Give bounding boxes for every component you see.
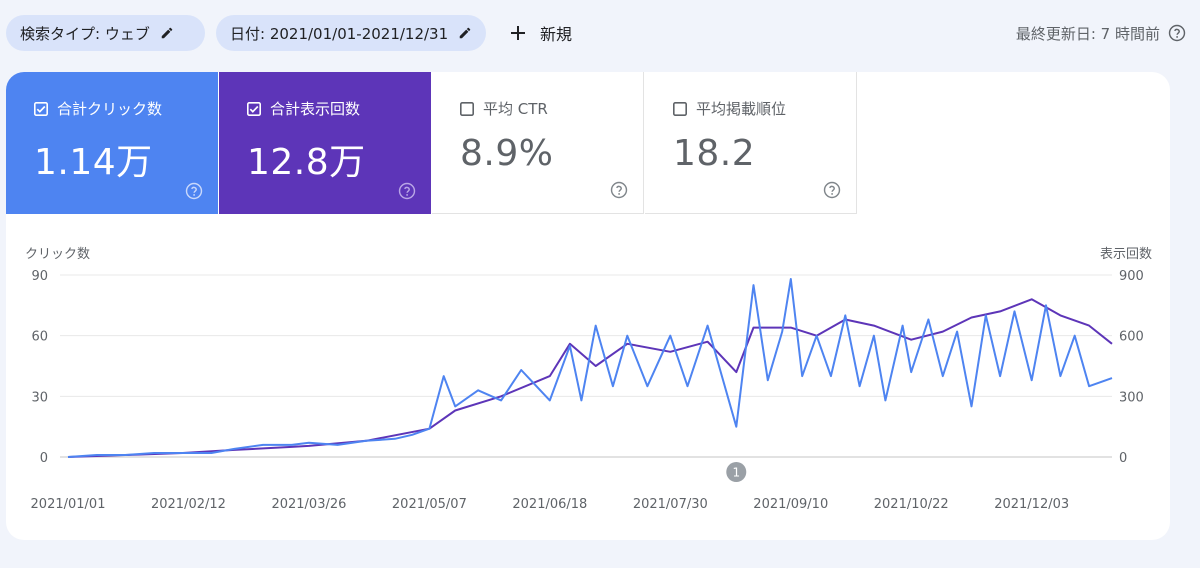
x-tick-label: 2021/10/22 [874,497,949,512]
help-icon[interactable] [610,181,628,199]
help-icon[interactable] [823,181,841,199]
checkbox-unchecked-icon[interactable] [460,101,474,116]
series-line-clicks [67,278,1113,458]
search-type-filter[interactable]: 検索タイプ: ウェブ [6,15,205,51]
metric-average-position[interactable]: 平均掲載順位 18.2 [645,72,857,214]
last-updated-text: 最終更新日: 7 時間前 [1015,24,1160,43]
y-tick-label-right: 300 [1119,390,1144,405]
performance-card: 合計クリック数 1.14万 合計表示回数 12.8万 平均 CTR 8.9% 平… [6,72,1170,540]
x-tick-label: 2021/03/26 [271,497,346,512]
x-tick-label: 2021/05/07 [392,497,467,512]
new-filter-button[interactable]: 新規 [510,15,572,51]
help-icon[interactable] [398,182,416,200]
annotation-label: 1 [732,466,740,480]
date-range-filter[interactable]: 日付: 2021/01/01-2021/12/31 [216,15,486,51]
metric-value: 18.2 [673,133,756,174]
y-tick-label-right: 900 [1119,269,1144,284]
plus-icon [510,25,526,41]
search-type-label: 検索タイプ: ウェブ [20,24,150,43]
last-updated: 最終更新日: 7 時間前 [1016,15,1186,51]
help-icon[interactable] [1168,24,1186,42]
checkbox-checked-icon[interactable] [34,101,48,116]
pencil-icon [160,26,174,40]
x-tick-label: 2021/02/12 [151,497,226,512]
performance-chart[interactable]: クリック数 表示回数 0 30 60 90 0 300 600 900 2021/01/01… [6,214,1170,540]
series-line-impressions [67,298,1113,458]
metric-total-clicks[interactable]: 合計クリック数 1.14万 [6,72,218,214]
left-axis-label: クリック数 [25,247,90,262]
metric-label: 平均 CTR [483,100,548,118]
pencil-icon [458,26,472,40]
line-chart: クリック数 表示回数 0 30 60 90 0 300 600 900 2021/01/01… [25,247,1152,512]
metric-label: 合計クリック数 [57,100,163,118]
metric-label: 平均掲載順位 [696,100,787,118]
metric-value: 12.8万 [247,142,366,183]
y-tick-label-right: 0 [1119,451,1127,466]
help-icon[interactable] [185,182,203,200]
metric-value: 1.14万 [34,142,153,183]
right-axis-label: 表示回数 [1100,247,1152,262]
x-tick-label: 2021/09/10 [753,497,828,512]
metric-value: 8.9% [460,133,554,174]
metric-average-ctr[interactable]: 平均 CTR 8.9% [432,72,644,214]
checkbox-unchecked-icon[interactable] [673,101,687,116]
date-range-label: 日付: 2021/01/01-2021/12/31 [230,24,449,43]
y-tick-label-left: 60 [31,330,48,345]
y-tick-label-right: 600 [1119,330,1144,345]
x-tick-label: 2021/06/18 [512,497,587,512]
y-tick-label-left: 90 [31,269,48,284]
metric-label: 合計表示回数 [270,100,361,118]
x-tick-label: 2021/07/30 [633,497,708,512]
metric-total-impressions[interactable]: 合計表示回数 12.8万 [219,72,431,214]
y-tick-label-left: 30 [31,390,48,405]
x-tick-label: 2021/01/01 [31,497,106,512]
checkbox-checked-icon[interactable] [247,101,261,116]
new-filter-label: 新規 [540,25,573,44]
x-tick-label: 2021/12/03 [994,497,1069,512]
y-tick-label-left: 0 [40,451,48,466]
